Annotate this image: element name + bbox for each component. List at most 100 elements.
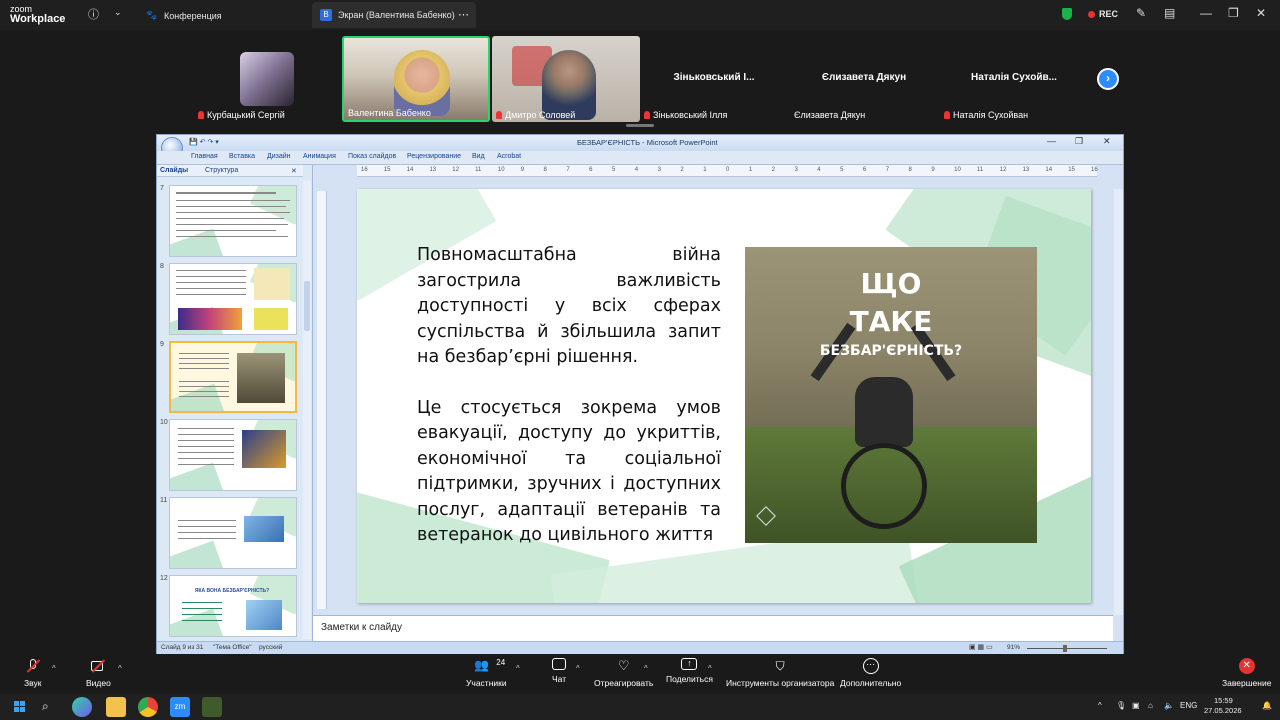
slide-scrollbar[interactable]: [1114, 189, 1123, 615]
volume-icon[interactable]: 🔈: [1164, 701, 1174, 710]
slide-thumbnail[interactable]: ЯКА ВОНА БЕЗБАР'ЄРНІСТЬ?: [169, 575, 297, 637]
slide-thumbnail[interactable]: [169, 497, 297, 569]
app-icon[interactable]: [202, 697, 222, 717]
react-button[interactable]: ♡ Отреагировать: [594, 658, 653, 688]
more-options-icon[interactable]: ⋯: [458, 8, 469, 21]
ribbon-tab-insert[interactable]: Вставка: [229, 153, 255, 160]
chrome-icon[interactable]: [138, 697, 158, 717]
participant-tile[interactable]: Зіньковський І... Зіньковський Ілля: [640, 36, 788, 122]
ribbon-tab-slideshow[interactable]: Показ слайдов: [348, 153, 396, 160]
scroll-thumb[interactable]: [304, 281, 310, 331]
drag-handle[interactable]: [626, 124, 654, 127]
close-icon[interactable]: ✕: [1256, 6, 1266, 20]
mic-icon[interactable]: 🎙: [1116, 701, 1126, 710]
network-icon[interactable]: ⌂: [1148, 701, 1153, 710]
participant-tile[interactable]: Наталія Сухойв... Наталія Сухойван: [940, 36, 1088, 122]
participants-count: 24: [496, 658, 506, 667]
zoom-app-icon[interactable]: zm: [170, 697, 190, 717]
caret-up-icon[interactable]: ^: [644, 664, 648, 673]
clock-time[interactable]: 15:59: [1214, 696, 1233, 705]
current-slide[interactable]: Повномасштабна війна загострила важливіс…: [357, 189, 1091, 603]
ruler-tick-label: 15: [383, 167, 391, 173]
ruler-tick-label: 10: [954, 167, 961, 173]
participant-tile[interactable]: Дмитро Соловей: [492, 36, 640, 122]
notes-pane[interactable]: Заметки к слайду: [313, 615, 1113, 641]
slide-paragraph-2: Це стосується зокрема умов евакуації, до…: [417, 397, 721, 546]
vertical-ruler: [317, 191, 327, 609]
search-icon[interactable]: ⌕: [42, 699, 49, 714]
thumbnail-image: [246, 600, 282, 630]
caret-up-icon[interactable]: ^: [708, 664, 712, 673]
explorer-icon[interactable]: [106, 697, 126, 717]
photo-title-line-3: БЕЗБАР'ЄРНІСТЬ?: [819, 343, 963, 359]
pane-scrollbar[interactable]: [303, 181, 311, 639]
thumbnail-number: 11: [160, 497, 168, 504]
slide-photo[interactable]: ЩО ТАКЕ БЕЗБАР'ЄРНІСТЬ?: [745, 247, 1037, 543]
video-button[interactable]: Видео: [86, 658, 111, 688]
pane-tab-slides[interactable]: Слайды: [160, 167, 188, 174]
view-buttons-icon[interactable]: ▣ ▦ ▭: [969, 643, 993, 651]
ribbon-tab-review[interactable]: Рецензирование: [407, 153, 461, 160]
mic-muted-icon: [25, 658, 41, 674]
ppt-minimize-icon[interactable]: —: [1047, 136, 1056, 146]
end-button[interactable]: ✕ Завершение: [1222, 658, 1271, 688]
pane-tab-outline[interactable]: Структура: [205, 167, 238, 174]
tab-conference[interactable]: 🐾 Конференция: [140, 2, 308, 28]
copilot-icon[interactable]: [72, 697, 92, 717]
chevron-up-icon[interactable]: ^: [1098, 701, 1102, 710]
slide-thumbnail[interactable]: [169, 185, 297, 257]
participant-tile-active[interactable]: Валентина Бабенко: [342, 36, 490, 122]
participant-tile[interactable]: Курбацький Сергій: [194, 36, 342, 122]
restore-icon[interactable]: ❐: [1228, 6, 1239, 20]
tray-icon[interactable]: ▣: [1132, 701, 1140, 710]
ruler-tick-label: 11: [475, 167, 482, 173]
thumbnail-number: 8: [160, 263, 164, 270]
end-label: Завершение: [1222, 678, 1272, 688]
ppt-close-icon[interactable]: ✕: [1103, 136, 1111, 147]
share-screen-icon: ↑: [681, 658, 698, 670]
caret-up-icon[interactable]: ^: [52, 664, 56, 673]
participant-name: Єлизавета Дякун: [794, 110, 866, 120]
zoom-slider-thumb[interactable]: [1063, 645, 1067, 652]
quick-access-icon[interactable]: 💾 ↶ ↷ ▾: [189, 138, 219, 146]
tab-screen[interactable]: В Экран (Валентина Бабенко) ⋯: [312, 2, 476, 28]
ribbon-tab-animation[interactable]: Анимация: [303, 153, 336, 160]
participants-button[interactable]: 👥 24 Участники: [466, 658, 507, 688]
host-tools-button[interactable]: ⛉ Инструменты организатора: [726, 658, 834, 688]
language-indicator[interactable]: ENG: [1180, 701, 1197, 710]
ruler-tick-label: 9: [931, 167, 935, 173]
notifications-icon[interactable]: 🔔: [1262, 701, 1272, 710]
ribbon-tab-acrobat[interactable]: Acrobat: [497, 153, 521, 160]
ribbon-tab-view[interactable]: Вид: [472, 153, 485, 160]
participant-tile[interactable]: Єлизавета Дякун Єлизавета Дякун: [790, 36, 938, 122]
pane-close-icon[interactable]: ✕: [291, 167, 297, 175]
thumbnail-number: 12: [160, 575, 168, 582]
caret-up-icon[interactable]: ^: [576, 664, 580, 673]
slide-text-block[interactable]: Повномасштабна війна загострила важливіс…: [417, 243, 721, 574]
pen-icon[interactable]: ✎: [1136, 6, 1146, 20]
chevron-down-icon[interactable]: ⌄: [114, 7, 122, 18]
status-zoom[interactable]: 91%: [1007, 644, 1020, 651]
share-button[interactable]: ↑ Поделиться: [666, 658, 713, 684]
minimize-icon[interactable]: —: [1200, 6, 1212, 20]
slide-thumbnail[interactable]: [169, 263, 297, 335]
video-label: Видео: [86, 678, 111, 688]
next-page-icon[interactable]: ›: [1097, 68, 1119, 90]
notes-icon[interactable]: ▤: [1164, 6, 1175, 20]
shield-icon: [1062, 8, 1072, 20]
chat-button[interactable]: Чат: [552, 658, 566, 684]
slide-thumbnail[interactable]: [169, 419, 297, 491]
zoom-slider[interactable]: [1027, 648, 1107, 649]
ribbon-tab-home[interactable]: Главная: [191, 153, 218, 160]
clock-date[interactable]: 27.05.2026: [1204, 706, 1242, 715]
windows-start-icon[interactable]: [10, 697, 30, 717]
slide-thumbnail-selected[interactable]: [169, 341, 297, 413]
rec-label[interactable]: REC: [1099, 9, 1118, 19]
audio-button[interactable]: Звук: [24, 658, 41, 688]
ppt-restore-icon[interactable]: ❐: [1075, 136, 1083, 147]
ribbon-tab-design[interactable]: Дизайн: [267, 153, 291, 160]
caret-up-icon[interactable]: ^: [118, 664, 122, 673]
info-icon[interactable]: ⓘ: [88, 6, 99, 22]
more-button[interactable]: ⋯ Дополнительно: [840, 658, 901, 688]
caret-up-icon[interactable]: ^: [516, 664, 520, 673]
